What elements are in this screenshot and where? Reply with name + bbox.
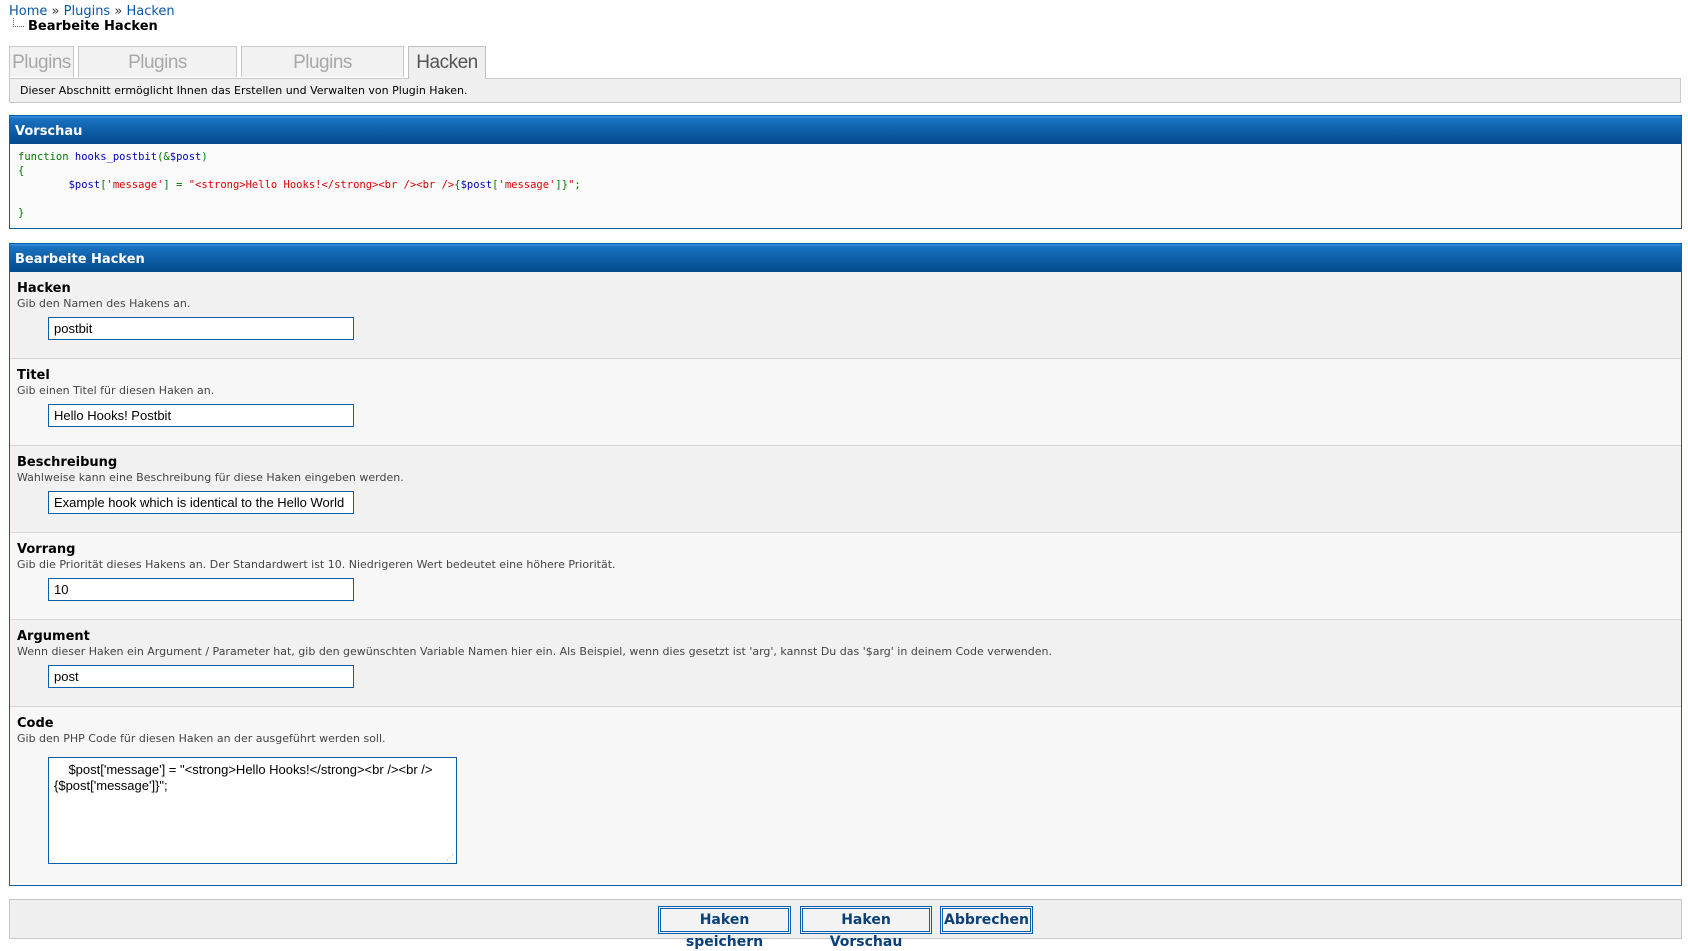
hook-argument-input[interactable] xyxy=(48,665,354,688)
resize-grip-icon[interactable]: ⋰ xyxy=(446,853,455,862)
save-hook-button[interactable]: Haken speichern xyxy=(658,906,791,950)
field-row-priority: Vorrang Gib die Priorität dieses Hakens … xyxy=(10,533,1681,620)
field-hint: Gib den Namen des Hakens an. xyxy=(17,297,191,310)
field-hint: Wahlweise kann eine Beschreibung für die… xyxy=(17,471,404,484)
code-punct: } xyxy=(18,207,25,219)
field-row-title: Titel Gib einen Titel für diesen Haken a… xyxy=(10,359,1681,446)
tab-plugins-browse[interactable]: Plugins durchsuchen xyxy=(241,46,404,104)
breadcrumb-plugins-link[interactable]: Plugins xyxy=(64,4,111,19)
code-string: 'message' xyxy=(106,179,164,191)
field-label: Hacken xyxy=(17,281,71,296)
field-hint: Wenn dieser Haken ein Argument / Paramet… xyxy=(17,645,1052,658)
code-variable: $post xyxy=(68,179,101,191)
breadcrumb-separator: » xyxy=(51,4,60,19)
code-preview: function hooks_postbit(&$post) { $post['… xyxy=(10,144,1681,227)
field-label: Titel xyxy=(17,368,50,383)
code-punct: { xyxy=(18,165,25,177)
section-description: Dieser Abschnitt ermöglicht Ihnen das Er… xyxy=(9,78,1681,103)
code-string: 'message' xyxy=(498,179,556,191)
field-row-description: Beschreibung Wahlweise kann eine Beschre… xyxy=(10,446,1681,533)
field-hint: Gib den PHP Code für diesen Haken an der… xyxy=(17,732,386,745)
field-row-hook: Hacken Gib den Namen des Hakens an. xyxy=(10,272,1681,359)
code-punct: = xyxy=(169,179,189,191)
admin-page: Home » Plugins » Hacken Bearbeite Hacken… xyxy=(0,0,1688,951)
breadcrumb-hooks-link[interactable]: Hacken xyxy=(126,4,174,19)
preview-hook-button[interactable]: Haken Vorschau xyxy=(800,906,932,950)
cancel-button[interactable]: Abbrechen xyxy=(940,906,1033,934)
code-variable: $post xyxy=(460,179,493,191)
code-keyword: function xyxy=(18,151,69,163)
field-row-argument: Argument Wenn dieser Haken ein Argument … xyxy=(10,620,1681,707)
hook-name-input[interactable] xyxy=(48,317,354,340)
breadcrumb-home-link[interactable]: Home xyxy=(9,4,47,19)
hook-description-input[interactable] xyxy=(48,491,354,514)
code-punct: ; xyxy=(574,179,581,191)
breadcrumb-current-label: Bearbeite Hacken xyxy=(28,19,158,34)
field-hint: Gib einen Titel für diesen Haken an. xyxy=(17,384,215,397)
tab-plugins-update[interactable]: Plugins aktualisieren xyxy=(78,46,237,104)
preview-panel: Vorschau function hooks_postbit(&$post) … xyxy=(9,115,1682,229)
edit-hook-panel: Bearbeite Hacken Hacken Gib den Namen de… xyxy=(9,243,1682,886)
breadcrumb-current: Bearbeite Hacken xyxy=(13,18,158,35)
code-function-name: hooks_postbit xyxy=(74,151,158,163)
breadcrumb-separator: » xyxy=(114,4,123,19)
field-label: Beschreibung xyxy=(17,455,118,470)
edit-hook-panel-title: Bearbeite Hacken xyxy=(10,244,1681,272)
field-label: Argument xyxy=(17,629,90,644)
tab-plugins[interactable]: Plugins xyxy=(9,46,74,77)
field-row-code: Code Gib den PHP Code für diesen Haken a… xyxy=(10,707,1681,882)
hook-code-textarea[interactable]: $post['message'] = "<strong>Hello Hooks!… xyxy=(48,757,457,864)
preview-panel-title: Vorschau xyxy=(10,116,1681,144)
tree-connector-icon xyxy=(13,18,24,27)
code-variable: $post xyxy=(169,151,202,163)
tab-hooks[interactable]: Hacken xyxy=(408,46,486,79)
field-hint: Gib die Priorität dieses Hakens an. Der … xyxy=(17,558,616,571)
field-label: Code xyxy=(17,716,54,731)
hook-priority-input[interactable] xyxy=(48,578,354,601)
code-punct: ) xyxy=(201,151,208,163)
field-label: Vorrang xyxy=(17,542,76,557)
code-string: "<strong>Hello Hooks!</strong><br /><br … xyxy=(188,179,455,191)
hook-title-input[interactable] xyxy=(48,404,354,427)
form-actions: Haken speichern Haken Vorschau Abbrechen xyxy=(9,899,1682,950)
